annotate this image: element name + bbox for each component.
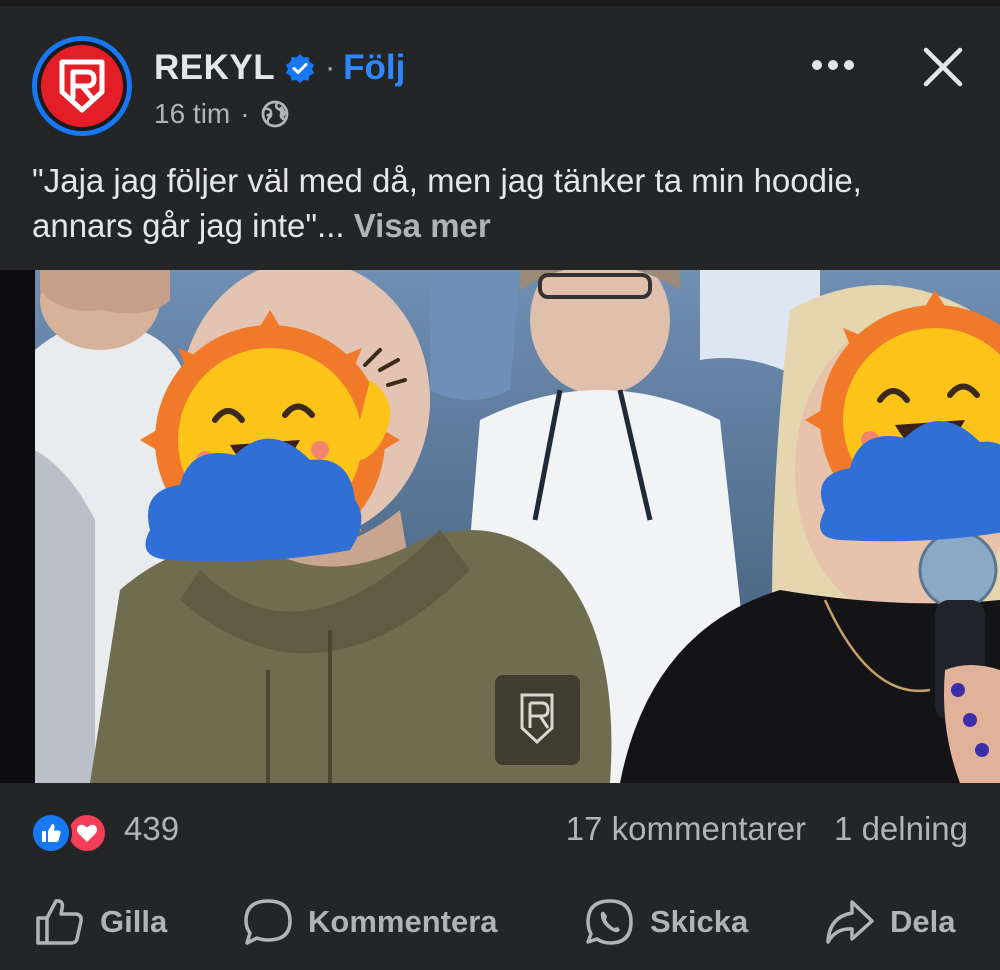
rekyl-logo [37,41,127,131]
comment-label: Kommentera [308,904,498,939]
share-label: Dela [890,904,956,939]
globe-icon [260,99,290,129]
page-avatar[interactable] [32,36,132,136]
whatsapp-icon [586,899,633,945]
reaction-count[interactable]: 439 [124,810,179,848]
love-reaction-icon [66,812,108,854]
comment-button[interactable]: Kommentera [242,896,498,948]
share-button[interactable]: Dela [824,896,955,948]
send-button[interactable]: Skicka [584,896,748,948]
follow-button[interactable]: Följ [343,48,405,88]
like-button[interactable]: Gilla [34,896,167,948]
page-name[interactable]: REKYL [154,48,275,88]
separator: · [240,98,250,129]
post-meta: 16 tim · [154,96,290,132]
name-row: REKYL · Följ [154,46,405,90]
post-header: REKYL · Följ 16 tim · [0,6,1000,146]
more-icon [812,60,854,70]
thumbs-up-icon [36,899,83,945]
like-label: Gilla [100,904,168,939]
post-photo[interactable] [0,270,1000,783]
comment-count[interactable]: 17 kommentarer [566,810,806,848]
share-count[interactable]: 1 delning [834,810,968,848]
post-timestamp[interactable]: 16 tim [154,98,230,130]
reaction-icons[interactable] [30,812,116,854]
rekyl-logo-icon [59,59,105,113]
post-text: "Jaja jag följer väl med då, men jag tän… [32,158,962,248]
send-label: Skicka [650,904,749,939]
share-icon [826,900,874,944]
close-icon [923,47,963,87]
verified-badge-icon [285,53,315,83]
comment-icon [244,899,292,945]
photo-image [0,270,1000,783]
see-more-link[interactable]: Visa mer [354,207,491,244]
separator: · [325,51,336,84]
like-reaction-icon [30,812,72,854]
more-options-button[interactable] [808,50,858,80]
reaction-bar: 439 17 kommentarer 1 delning [0,800,1000,866]
close-button[interactable] [918,42,968,92]
action-bar: Gilla Kommentera Skicka Dela [0,880,1000,966]
engagement-stats: 17 kommentarer 1 delning [566,810,968,848]
